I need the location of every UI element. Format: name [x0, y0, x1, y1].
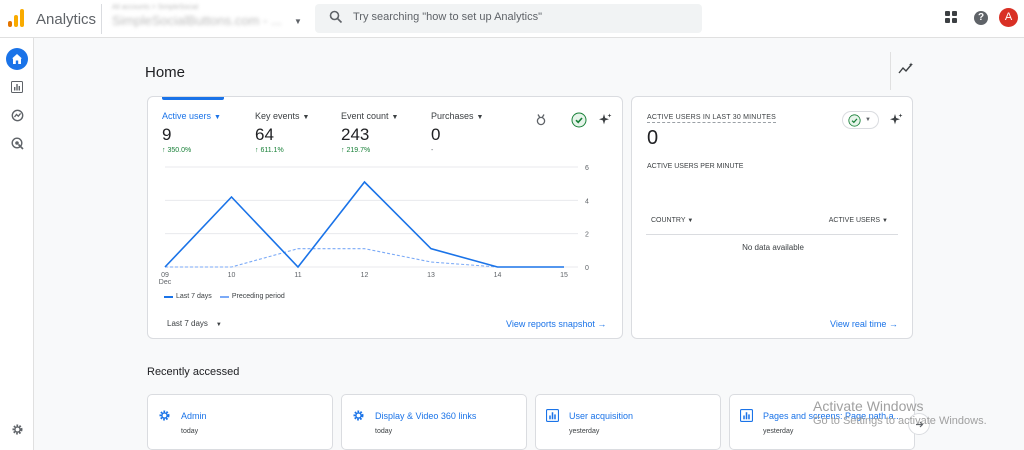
- account-property-picker[interactable]: All accounts > SimpleSocial SimpleSocial…: [101, 4, 302, 34]
- recent-item-title: Display & Video 360 links: [375, 411, 477, 421]
- recent-item-user-acquisition[interactable]: User acquisition yesterday: [535, 394, 721, 450]
- page-title: Home: [145, 64, 186, 81]
- report-icon: [740, 409, 753, 422]
- windows-activation-watermark: Activate Windows Go to Settings to activ…: [813, 398, 987, 427]
- home-icon: [12, 54, 22, 64]
- chevron-down-icon: ▼: [865, 117, 871, 123]
- divider: [890, 52, 891, 90]
- help-icon[interactable]: ?: [974, 11, 988, 25]
- view-realtime-link[interactable]: View real time →: [830, 319, 898, 329]
- app-title: Analytics: [36, 11, 97, 28]
- analytics-logo-icon[interactable]: [8, 9, 26, 27]
- column-header-country[interactable]: COUNTRY ▼: [651, 217, 693, 224]
- data-quality-dropdown[interactable]: ▼: [842, 111, 879, 129]
- search-icon: [329, 10, 343, 24]
- x-tick-sublabel: Dec: [159, 279, 172, 286]
- recent-item-subtitle: yesterday: [763, 428, 794, 435]
- x-tick-label: 10: [228, 272, 236, 279]
- nav-reports[interactable]: [6, 76, 28, 98]
- property-name: SimpleSocialButtons.com - ...: [112, 13, 282, 28]
- series-line-last-7-days: [164, 180, 564, 269]
- recent-item-subtitle: today: [181, 428, 199, 435]
- date-range-label: Last 7 days: [167, 319, 208, 328]
- recent-item-subtitle: yesterday: [569, 428, 600, 435]
- apps-grid-icon[interactable]: [945, 11, 957, 23]
- overview-card: Active users ▼ 9 ↑ 350.0% Key events ▼ 64 …: [147, 96, 623, 339]
- users-line-chart: 0 2 4 6 09 10 11 12 13 14 15 Dec: [159, 165, 589, 286]
- recent-item-subtitle: today: [375, 428, 393, 435]
- search-input[interactable]: Try searching "how to set up Analytics": [353, 11, 542, 23]
- active-users-per-minute-label: ACTIVE USERS PER MINUTE: [647, 163, 744, 170]
- search-bar[interactable]: Try searching "how to set up Analytics": [315, 4, 702, 33]
- recently-accessed-title: Recently accessed: [147, 366, 240, 378]
- x-tick-label: 11: [294, 272, 301, 279]
- chevron-down-icon: ▼: [215, 322, 222, 328]
- recent-item-title: User acquisition: [569, 411, 634, 421]
- explore-icon: [11, 109, 23, 121]
- avatar[interactable]: A: [999, 8, 1018, 27]
- sparkle-icon: [890, 113, 903, 125]
- legend-swatch-previous: [219, 295, 229, 298]
- watermark-line-2: Go to Settings to activate Windows.: [813, 415, 987, 427]
- recent-item-title: Admin: [181, 411, 207, 421]
- x-tick-label: 09: [161, 272, 169, 279]
- realtime-table-header: COUNTRY ▼ ACTIVE USERS ▼: [646, 212, 898, 235]
- nav-admin[interactable]: [6, 418, 28, 440]
- nav-advertising[interactable]: [6, 132, 28, 154]
- gear-icon: [12, 424, 22, 434]
- chevron-down-icon: ▼: [882, 218, 888, 224]
- realtime-title[interactable]: ACTIVE USERS IN LAST 30 MINUTES: [647, 114, 776, 123]
- top-bar: Analytics All accounts > SimpleSocial Si…: [0, 0, 1024, 38]
- x-tick-label: 14: [494, 272, 502, 279]
- insights-icon[interactable]: [898, 62, 914, 76]
- y-tick-label: 2: [585, 232, 589, 239]
- y-tick-label: 4: [585, 198, 589, 205]
- nav-explore[interactable]: [6, 104, 28, 126]
- realtime-value: 0: [647, 127, 659, 149]
- y-tick-label: 0: [585, 265, 589, 272]
- account-label: All accounts > SimpleSocial: [112, 4, 199, 11]
- column-header-active-users[interactable]: ACTIVE USERS ▼: [829, 217, 888, 224]
- chart-legend: Last 7 days Preceding period: [164, 293, 285, 300]
- recent-item-dv360-links[interactable]: Display & Video 360 links today: [341, 394, 527, 450]
- empty-state-text: No data available: [742, 243, 804, 252]
- view-reports-snapshot-link[interactable]: View reports snapshot →: [506, 319, 606, 329]
- check-circle-icon: [848, 113, 861, 127]
- chevron-down-icon: ▼: [294, 17, 302, 26]
- date-range-selector[interactable]: Last 7 days ▼: [167, 319, 222, 328]
- x-tick-label: 13: [427, 272, 435, 279]
- legend-swatch-current: [164, 295, 173, 298]
- y-tick-label: 6: [585, 165, 589, 172]
- x-tick-label: 12: [361, 272, 369, 279]
- realtime-card: ACTIVE USERS IN LAST 30 MINUTES 0 ▼ ACTI…: [631, 96, 913, 339]
- bar-chart-icon: [11, 81, 23, 93]
- gear-icon: [159, 410, 170, 421]
- gear-icon: [353, 410, 364, 421]
- watermark-line-1: Activate Windows: [813, 398, 924, 414]
- x-tick-label: 15: [560, 272, 568, 279]
- recent-item-admin[interactable]: Admin today: [147, 394, 333, 450]
- chevron-down-icon: ▼: [687, 218, 694, 224]
- nav-home[interactable]: [6, 48, 28, 70]
- series-line-preceding-period: [165, 248, 564, 268]
- legend-label-previous: Preceding period: [231, 293, 285, 300]
- left-nav: [0, 38, 34, 450]
- insights-sparkle-button[interactable]: [887, 111, 905, 129]
- advertising-icon: [10, 136, 24, 150]
- legend-label-current: Last 7 days: [176, 293, 212, 300]
- report-icon: [546, 409, 559, 422]
